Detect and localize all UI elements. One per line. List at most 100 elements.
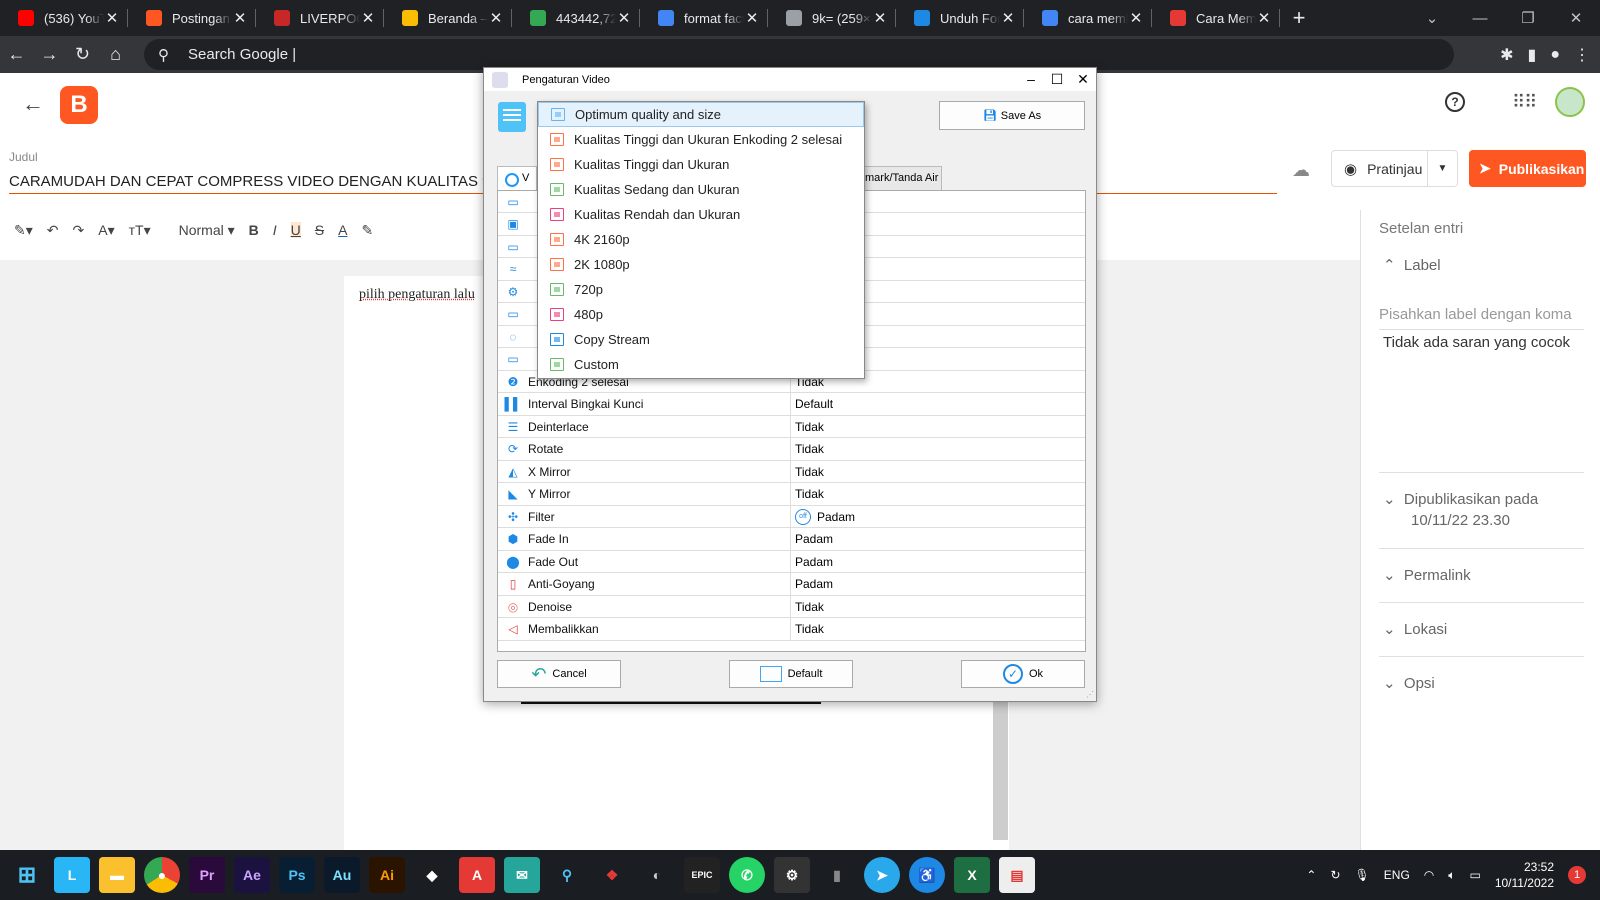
ok-button[interactable]: ✓ Ok — [961, 660, 1085, 688]
browser-tab[interactable]: 443442,729✕ — [512, 0, 640, 36]
settings-row[interactable]: ◁ Membalikkan Tidak — [498, 618, 1085, 641]
address-bar[interactable]: ⚲ Search Google | — [144, 39, 1454, 70]
label-input[interactable]: Pisahkan label dengan koma — [1379, 306, 1584, 330]
sync-icon[interactable]: ↻ — [1330, 868, 1340, 882]
preset-option[interactable]: Kualitas Tinggi dan Ukuran — [538, 152, 864, 177]
language-indicator[interactable]: ENG — [1384, 868, 1410, 882]
tab-close-icon[interactable]: ✕ — [104, 9, 120, 27]
volume-icon[interactable]: 🔈︎ — [1448, 868, 1455, 883]
illustrator-icon[interactable]: Ai — [369, 857, 405, 893]
default-button[interactable]: Default — [729, 660, 853, 688]
settings-row[interactable]: ▯ Anti-Goyang Padam — [498, 573, 1085, 596]
browser-tab[interactable]: 9k= (259×194)✕ — [768, 0, 896, 36]
dialog-close-button[interactable]: ✕ — [1070, 68, 1096, 91]
settings-row[interactable]: ◭ X Mirror Tidak — [498, 460, 1085, 483]
strikethrough-icon[interactable]: S — [315, 222, 324, 238]
tab-close-icon[interactable]: ✕ — [1000, 9, 1016, 27]
app-accessibility-icon[interactable]: ♿ — [909, 857, 945, 893]
setting-value-cell[interactable]: Tidak — [790, 460, 824, 483]
redo-icon[interactable]: ↷ — [73, 222, 85, 239]
avatar[interactable] — [1555, 87, 1585, 117]
back-button[interactable]: ← — [0, 44, 33, 65]
setting-value-cell[interactable]: Tidak — [790, 483, 824, 505]
browser-tab[interactable]: Beranda – Google Ads✕ — [384, 0, 512, 36]
pen-icon[interactable]: ✎▾ — [14, 222, 33, 239]
notification-badge[interactable]: 1 — [1568, 866, 1586, 884]
new-tab-button[interactable]: + — [1284, 5, 1314, 31]
blogger-logo[interactable]: B — [60, 86, 98, 124]
preset-option[interactable]: Optimum quality and size — [538, 102, 864, 127]
browser-tab[interactable]: LIVERPOOL✕ — [256, 0, 384, 36]
tab-close-icon[interactable]: ✕ — [872, 9, 888, 27]
text-color-icon[interactable]: A — [338, 222, 347, 238]
excel-icon[interactable]: X — [954, 857, 990, 893]
premiere-icon[interactable]: Pr — [189, 857, 225, 893]
tab-close-icon[interactable]: ✕ — [1128, 9, 1144, 27]
app-mouse-icon[interactable]: ▮ — [819, 857, 855, 893]
help-icon[interactable]: ? — [1445, 92, 1465, 112]
tab-close-icon[interactable]: ✕ — [616, 9, 632, 27]
settings-row[interactable]: ✣ Filter off Padam — [498, 505, 1085, 528]
format-factory-icon[interactable]: ⚙ — [774, 857, 810, 893]
setting-value-cell[interactable]: Default — [790, 393, 833, 415]
setting-value-cell[interactable]: off Padam — [790, 505, 855, 528]
battery-icon[interactable]: ▭ — [1469, 868, 1480, 882]
forward-button[interactable]: → — [33, 44, 66, 65]
chrome-icon[interactable]: ● — [144, 857, 180, 893]
preset-option[interactable]: Custom — [538, 352, 864, 377]
settings-row[interactable]: ◎ Denoise Tidak — [498, 595, 1085, 618]
tab-close-icon[interactable]: ✕ — [488, 9, 504, 27]
browser-tab[interactable]: Unduh Format✕ — [896, 0, 1024, 36]
preset-option[interactable]: 480p — [538, 302, 864, 327]
preset-option[interactable]: 720p — [538, 277, 864, 302]
chevron-down-icon[interactable]: ▼ — [1427, 151, 1457, 186]
setting-value-cell[interactable]: Padam — [790, 550, 833, 573]
tab-close-icon[interactable]: ✕ — [232, 9, 248, 27]
tab-video[interactable]: V — [497, 166, 537, 190]
app-diamond-icon[interactable]: ◆ — [414, 857, 450, 893]
tab-close-icon[interactable]: ✕ — [744, 9, 760, 27]
magnifier-app-icon[interactable]: ⚲ — [549, 857, 585, 893]
close-window-button[interactable]: ✕ — [1552, 9, 1600, 27]
file-explorer-icon[interactable]: ▬ — [99, 857, 135, 893]
editor-scrollbar[interactable] — [993, 700, 1008, 840]
preset-option[interactable]: Kualitas Rendah dan Ukuran — [538, 202, 864, 227]
published-section-toggle[interactable]: ⌄ Dipublikasikan pada — [1383, 490, 1538, 508]
browser-tab[interactable]: Cara Membuat✕ — [1152, 0, 1280, 36]
epic-games-icon[interactable]: EPIC — [684, 857, 720, 893]
photoshop-icon[interactable]: Ps — [279, 857, 315, 893]
italic-icon[interactable]: I — [273, 222, 277, 238]
setting-value-cell[interactable]: Tidak — [790, 438, 824, 460]
dialog-minimize-button[interactable]: – — [1018, 68, 1044, 91]
setting-value-cell[interactable]: Tidak — [790, 595, 824, 618]
settings-row[interactable]: ☰ Deinterlace Tidak — [498, 415, 1085, 438]
preview-button[interactable]: ◉ Pratinjau ▼ — [1331, 150, 1458, 187]
browser-tab[interactable]: (536) YouTube✕ — [0, 0, 128, 36]
minimize-button[interactable]: — — [1456, 10, 1504, 27]
preset-option[interactable]: Kualitas Sedang dan Ukuran — [538, 177, 864, 202]
setting-value-cell[interactable]: Padam — [790, 573, 833, 595]
browser-tab[interactable]: Postingan: Blogger✕ — [128, 0, 256, 36]
setting-value-cell[interactable]: Padam — [790, 528, 833, 550]
acrobat-icon[interactable]: A — [459, 857, 495, 893]
clock[interactable]: 23:52 10/11/2022 — [1495, 859, 1554, 891]
settings-row[interactable]: ▌▌ Interval Bingkai Kunci Default — [498, 393, 1085, 416]
browser-tab[interactable]: cara membuat✕ — [1024, 0, 1152, 36]
app-l-icon[interactable]: L — [54, 857, 90, 893]
preset-option[interactable]: 2K 1080p — [538, 252, 864, 277]
publish-button[interactable]: ➤ Publikasikan — [1469, 150, 1586, 187]
highlight-icon[interactable]: ✎ — [361, 222, 373, 239]
settings-row[interactable]: ⬤ Fade Out Padam — [498, 550, 1085, 573]
permalink-section-toggle[interactable]: ⌄ Permalink — [1383, 566, 1471, 584]
extensions-icon[interactable]: ✱ — [1500, 45, 1513, 65]
reload-button[interactable]: ↻ — [66, 44, 99, 65]
tab-watermark[interactable]: mark/Tanda Air — [858, 166, 942, 190]
browser-tab[interactable]: format factory✕ — [640, 0, 768, 36]
apps-grid-icon[interactable]: ⠿⠿ — [1512, 92, 1537, 113]
settings-row[interactable]: ⟳ Rotate Tidak — [498, 438, 1085, 461]
location-section-toggle[interactable]: ⌄ Lokasi — [1383, 620, 1447, 638]
setting-value-cell[interactable]: Tidak — [790, 415, 824, 438]
profile-avatar[interactable]: ● — [1550, 46, 1560, 64]
preset-option[interactable]: Kualitas Tinggi dan Ukuran Enkoding 2 se… — [538, 127, 864, 152]
windows-start-icon[interactable]: ⊞ — [9, 857, 45, 893]
